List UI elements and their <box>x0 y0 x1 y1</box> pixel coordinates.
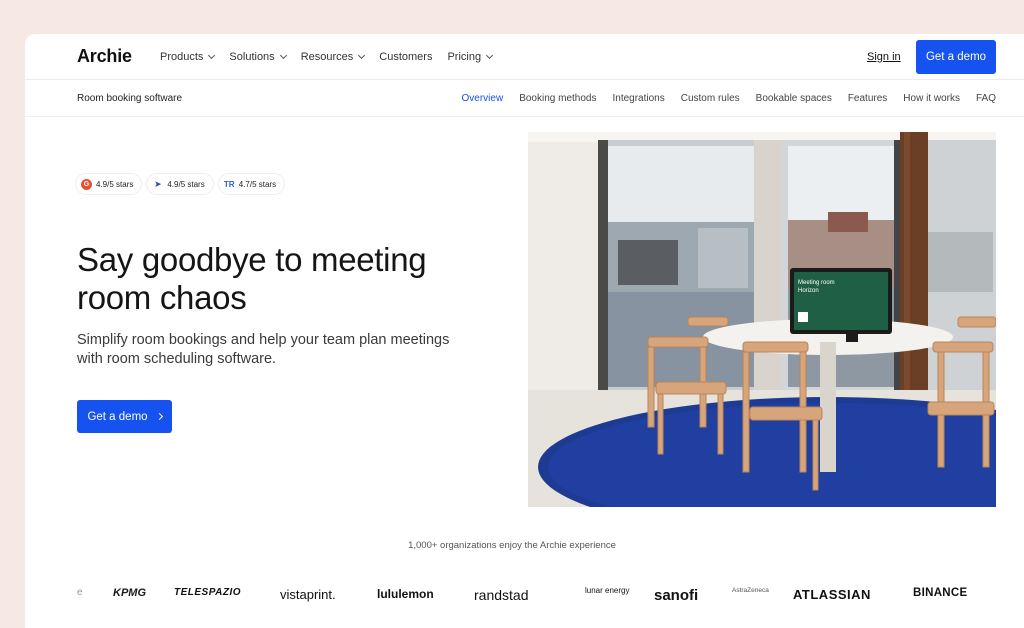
subnav-features[interactable]: Features <box>848 93 887 104</box>
logo-randstad: randstad <box>474 587 529 603</box>
top-navigation: Archie Products Solutions Resources Cust… <box>25 34 1024 80</box>
archie-logo[interactable]: Archie <box>77 46 132 67</box>
customer-logos: e KPMG TELESPAZIO vistaprint. lululemon … <box>77 587 997 607</box>
logo-kpmg: KPMG <box>113 587 146 599</box>
rating-text: 4.7/5 stars <box>238 179 277 189</box>
logo-astrazeneca: AstraZeneca <box>732 587 769 594</box>
subnav-faq[interactable]: FAQ <box>976 93 996 104</box>
product-title: Room booking software <box>77 93 183 104</box>
logo-lululemon: lululemon <box>377 587 434 601</box>
get-demo-button-header[interactable]: Get a demo <box>916 40 996 74</box>
rating-text: 4.9/5 stars <box>167 179 205 189</box>
hero-image-meeting-room: Meeting room Horizon <box>528 132 996 507</box>
logo-binance: BINANCE <box>913 587 968 599</box>
rating-badge-capterra[interactable]: ➤ 4.9/5 stars <box>146 173 214 195</box>
get-demo-button-hero[interactable]: Get a demo <box>77 400 172 433</box>
menu-pricing[interactable]: Pricing <box>447 51 494 63</box>
hero-subtitle: Simplify room bookings and help your tea… <box>77 331 477 369</box>
menu-products[interactable]: Products <box>160 51 216 63</box>
menu-solutions[interactable]: Solutions <box>229 51 287 63</box>
chevron-down-icon <box>279 51 287 60</box>
hero-subtitle-line-1: Simplify room bookings and help your tea… <box>77 332 450 348</box>
logo-telespazio: TELESPAZIO <box>174 587 242 598</box>
logo-sanofi: sanofi <box>654 587 699 604</box>
meeting-room-illustration: Meeting room Horizon <box>528 132 996 507</box>
rating-badge-trustradius[interactable]: TR 4.7/5 stars <box>217 173 286 195</box>
logo-atlassian: ATLASSIAN <box>793 587 871 602</box>
chevron-right-icon <box>155 412 163 421</box>
rating-badges: G 4.9/5 stars ➤ 4.9/5 stars TR 4.7/5 sta… <box>75 173 289 195</box>
chevron-down-icon <box>208 51 216 60</box>
subnav-overview[interactable]: Overview <box>462 93 504 104</box>
subnav-custom-rules[interactable]: Custom rules <box>681 93 740 104</box>
sub-nav-links: Overview Booking methods Integrations Cu… <box>446 93 996 104</box>
hero-cta-label: Get a demo <box>87 410 148 423</box>
menu-customers[interactable]: Customers <box>379 51 432 63</box>
logo-vistaprint: vistaprint. <box>280 587 336 602</box>
main-menu: Products Solutions Resources Customers P… <box>160 51 507 63</box>
chevron-down-icon <box>486 51 494 60</box>
trustradius-icon: TR <box>223 179 235 189</box>
logo-lunar-energy: lunar energy <box>585 586 630 595</box>
hero-title-line-1: Say goodbye to meeting <box>77 241 427 278</box>
page-frame: Archie Products Solutions Resources Cust… <box>25 34 1024 628</box>
hero-title: Say goodbye to meeting room chaos <box>77 241 497 317</box>
menu-resources[interactable]: Resources <box>300 51 366 63</box>
menu-label: Products <box>160 51 204 63</box>
subnav-how-it-works[interactable]: How it works <box>903 93 960 104</box>
capterra-icon: ➤ <box>154 178 162 189</box>
rating-text: 4.9/5 stars <box>96 179 134 189</box>
menu-label: Resources <box>300 51 354 63</box>
subnav-bookable-spaces[interactable]: Bookable spaces <box>756 93 832 104</box>
screen-text-line-1: Meeting room <box>798 280 835 286</box>
hero-title-line-2: room chaos <box>77 279 247 316</box>
menu-label: Customers <box>379 51 433 63</box>
menu-label: Solutions <box>229 51 275 63</box>
logo-partial: e <box>77 587 83 598</box>
sub-navigation: Room booking software Overview Booking m… <box>25 81 1024 117</box>
hero-subtitle-line-2: with room scheduling software. <box>77 351 277 367</box>
chevron-down-icon <box>358 51 366 60</box>
rating-badge-g2[interactable]: G 4.9/5 stars <box>75 173 143 195</box>
subnav-booking-methods[interactable]: Booking methods <box>519 93 596 104</box>
menu-label: Pricing <box>447 51 482 63</box>
sign-in-link[interactable]: Sign in <box>867 51 901 63</box>
g2-icon: G <box>81 178 92 190</box>
screen-text-line-2: Horizon <box>798 288 819 294</box>
trust-statement: 1,000+ organizations enjoy the Archie ex… <box>408 540 616 551</box>
subnav-integrations[interactable]: Integrations <box>612 93 664 104</box>
